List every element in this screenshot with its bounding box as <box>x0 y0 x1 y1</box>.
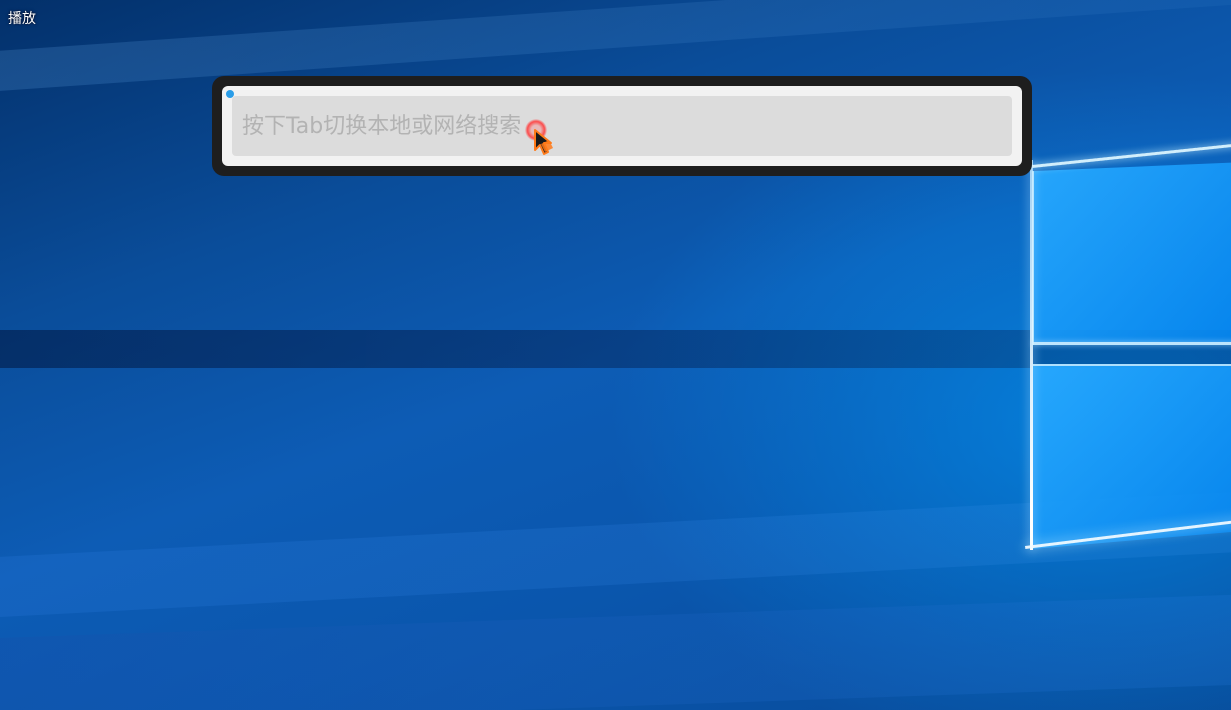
windows-logo-edge <box>1030 160 1033 550</box>
search-launcher-window <box>212 76 1032 176</box>
windows-logo-edge <box>1032 364 1231 366</box>
mouse-pointer-icon <box>534 129 553 155</box>
light-beam <box>0 591 1231 710</box>
search-input[interactable] <box>232 96 1012 156</box>
windows-logo-pane-bottom <box>1032 364 1231 549</box>
search-launcher-panel <box>222 86 1022 166</box>
desktop-background: 播放 <box>0 0 1231 710</box>
windows-logo-pane-top <box>1032 160 1231 345</box>
play-label: 播放 <box>8 11 36 27</box>
status-dot-icon <box>226 90 234 98</box>
windows-logo-edge <box>1032 342 1231 345</box>
